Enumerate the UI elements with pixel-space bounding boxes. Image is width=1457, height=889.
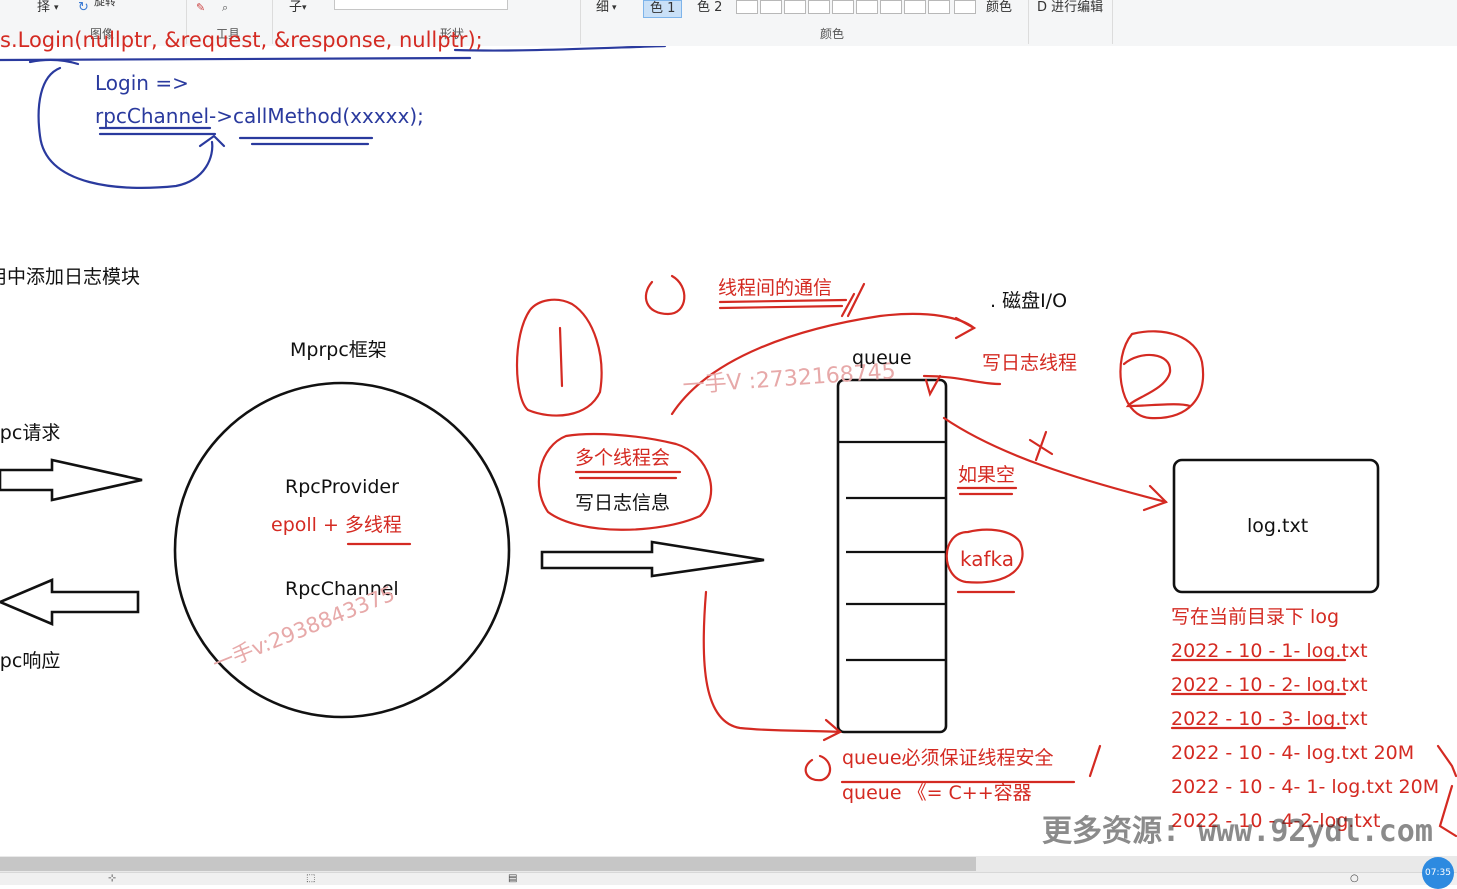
to-queue-arrow: [540, 540, 765, 578]
rpc-provider-label: RpcProvider: [285, 476, 399, 498]
horizontal-scrollbar[interactable]: [0, 856, 1457, 872]
queue-thread-safe-note: queue必须保证线程安全: [842, 747, 1054, 769]
framework-title: Mprpc框架: [290, 339, 387, 361]
multi-thread-label: 多个线程会: [575, 447, 671, 469]
brush-button[interactable]: 子: [289, 0, 302, 16]
red-circle-two-stroke: [1122, 353, 1192, 408]
write-log-info-label: 写日志信息: [575, 492, 671, 514]
select-dropdown-icon[interactable]: ▾: [54, 0, 59, 16]
red-circle-one: [515, 298, 603, 417]
color2-button[interactable]: 色 2: [691, 0, 728, 16]
code-underline: [453, 46, 667, 52]
red-circle-two-small: [644, 274, 686, 316]
clock-badge: 07:35: [1422, 857, 1454, 889]
log-file-item: 2022 - 10 - 1- log.txt: [1171, 640, 1368, 662]
red-x-mark: [1028, 430, 1054, 462]
brush-dropdown-icon[interactable]: ▾: [302, 0, 307, 16]
red-bracket: [1436, 744, 1457, 778]
thickness-button[interactable]: 细: [596, 0, 609, 16]
red-arrow-to-log: [942, 416, 1168, 504]
if-empty-label: 如果空: [958, 464, 1016, 486]
red-circle-one-stroke: [558, 326, 564, 388]
color-swatch[interactable]: [832, 0, 854, 14]
color-swatch[interactable]: [784, 0, 806, 14]
code-top-line: s.Login(nullptr, &request, &response, nu…: [0, 28, 483, 52]
red-bracket: [1438, 784, 1457, 838]
ribbon-divider: [1028, 0, 1029, 44]
edit-3d-button[interactable]: D 进行编辑: [1037, 0, 1103, 16]
color-swatch[interactable]: [954, 0, 976, 14]
kafka-label: kafka: [960, 547, 1015, 571]
site-watermark: 更多资源: www.92ydl.com: [1042, 814, 1433, 849]
thickness-dropdown-icon[interactable]: ▾: [612, 0, 617, 16]
color-swatch[interactable]: [928, 0, 950, 14]
log-file-item: 2022 - 10 - 4- log.txt 20M: [1171, 742, 1415, 764]
shapes-gallery[interactable]: [334, 0, 508, 10]
edit-colors-button[interactable]: 颜色: [986, 0, 1012, 16]
color-swatch[interactable]: [904, 0, 926, 14]
color-swatch[interactable]: [880, 0, 902, 14]
rotate-icon[interactable]: ↻: [78, 0, 89, 16]
queue-label: queue: [852, 347, 912, 369]
group-colors-label: 颜色: [820, 27, 845, 41]
color-swatch[interactable]: [736, 0, 758, 14]
color-swatch[interactable]: [856, 0, 878, 14]
selection-size-icon: ⬚: [306, 873, 316, 884]
red-arrow-to-queue: [702, 590, 842, 734]
rpc-request-arrow: [0, 458, 143, 502]
red-circle-one-small: [804, 754, 832, 782]
cursor-position-icon: ⊹: [108, 873, 117, 884]
status-bar: ⊹ ⬚ ▤ ○: [0, 872, 1457, 885]
pencil-icon[interactable]: ✎: [196, 0, 205, 16]
ink-layer: [0, 46, 1457, 838]
log-dir-note: 写在当前目录下 log: [1171, 606, 1340, 628]
log-file-label: log.txt: [1247, 515, 1309, 537]
disk-io-label: . 磁盘I/O: [990, 290, 1068, 312]
epoll-label: epoll + 多线程: [271, 514, 402, 536]
log-file-item: 2022 - 10 - 2- log.txt: [1171, 674, 1368, 696]
red-underline: [718, 298, 848, 304]
zoom-slider-icon[interactable]: ○: [1350, 873, 1359, 885]
rpc-response-arrow: [0, 578, 140, 626]
color-swatch[interactable]: [808, 0, 830, 14]
code-login-line: Login =>: [95, 71, 189, 95]
log-file-item: 2022 - 10 - 4- 1- log.txt 20M: [1171, 776, 1440, 798]
select-button[interactable]: 择: [37, 0, 50, 16]
color1-button[interactable]: 色 1: [643, 0, 683, 18]
scrollbar-thumb[interactable]: [0, 857, 976, 871]
red-tick: [1088, 744, 1102, 778]
magnifier-icon[interactable]: ⌕: [222, 0, 228, 16]
drawing-canvas[interactable]: s.Login(nullptr, &request, &response, nu…: [0, 30, 1457, 856]
file-size-icon: ▤: [508, 873, 518, 884]
code-underline: [0, 56, 472, 62]
ribbon-divider: [1112, 0, 1113, 44]
rotate-button[interactable]: 旋转: [94, 0, 116, 10]
log-file-item: 2022 - 10 - 3- log.txt: [1171, 708, 1368, 730]
section-title: 用中添加日志模块: [0, 266, 141, 288]
log-writer-label: 写日志线程: [982, 352, 1078, 374]
queue-box: [836, 378, 948, 734]
ribbon-divider: [580, 0, 581, 44]
code-call-line: rpcChannel->callMethod(xxxxx);: [95, 104, 424, 128]
color-swatch[interactable]: [760, 0, 782, 14]
red-underline: [718, 304, 844, 310]
red-tick: [840, 292, 856, 318]
rpc-response-label: rpc响应: [0, 650, 61, 672]
thread-comm-label: 线程间的通信: [718, 277, 833, 299]
rpc-request-label: rpc请求: [0, 422, 61, 444]
queue-cpp-note: queue 《= C++容器: [842, 782, 1032, 804]
